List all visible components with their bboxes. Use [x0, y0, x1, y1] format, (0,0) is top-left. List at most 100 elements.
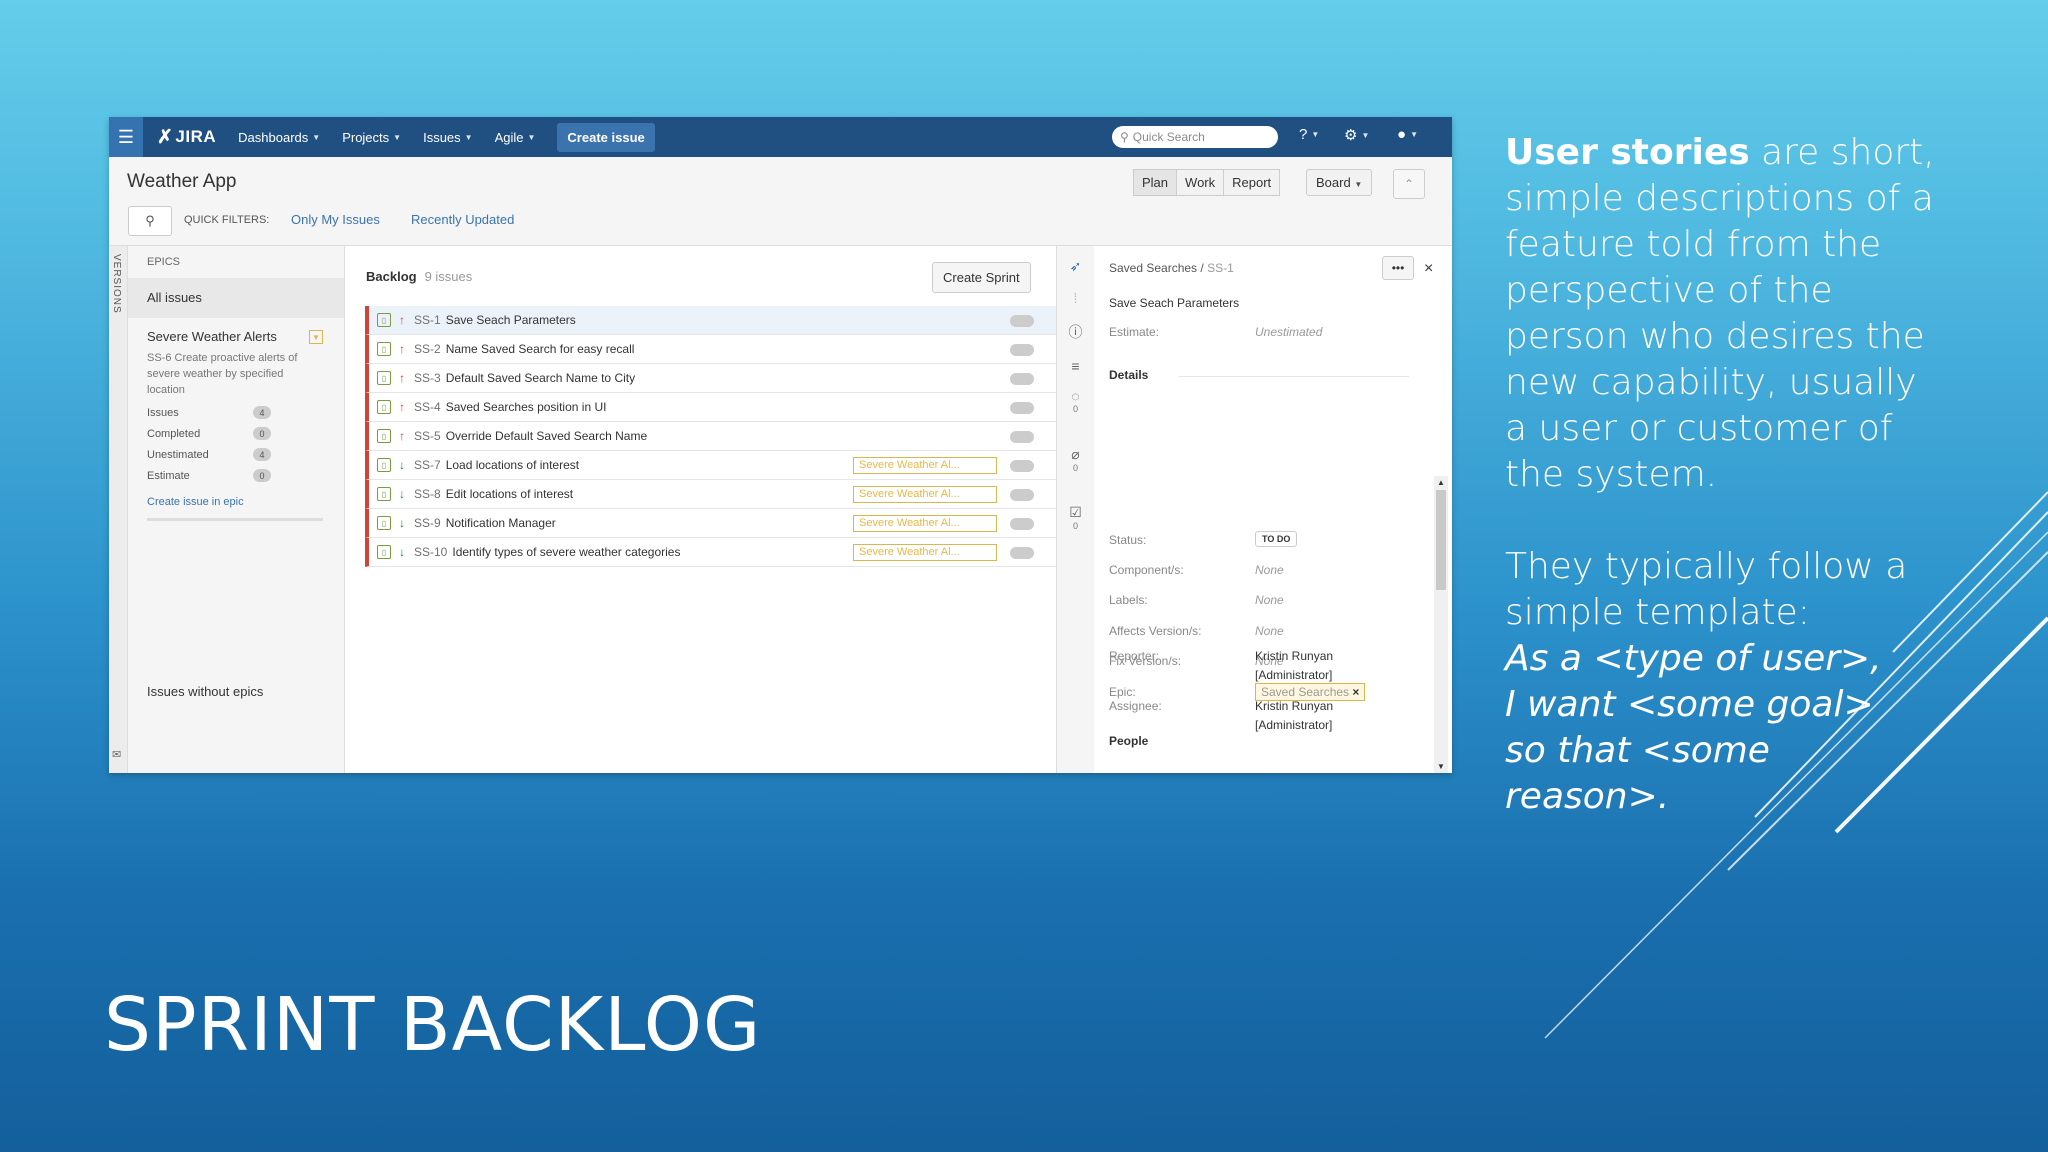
nav-issues[interactable]: Issues ▼	[423, 130, 473, 145]
nav-dashboards[interactable]: Dashboards ▼	[238, 130, 320, 145]
assignee-value[interactable]: Kristin Runyan [Administrator]	[1255, 697, 1333, 735]
close-icon[interactable]: ×	[1424, 260, 1433, 278]
priority-low-icon: ↓	[399, 545, 405, 559]
issue-row[interactable]: ▯ ↑ SS-1 Save Seach Parameters	[365, 306, 1146, 335]
epic-stat-estimate: Estimate 0	[147, 469, 271, 482]
estimate-badge	[1010, 373, 1034, 385]
rocket-icon[interactable]: ➶	[1057, 258, 1094, 275]
chevron-down-icon: ▼	[393, 132, 402, 142]
filter-recently-updated[interactable]: Recently Updated	[411, 212, 514, 227]
filter-only-my-issues[interactable]: Only My Issues	[291, 212, 380, 227]
epic-stat-completed: Completed 0	[147, 427, 271, 440]
scroll-up-icon[interactable]: ▲	[1437, 478, 1445, 487]
issue-key: SS-1	[414, 313, 441, 327]
issues-without-epics-item[interactable]: Issues without epics	[147, 684, 263, 699]
priority-low-icon: ↓	[399, 516, 405, 530]
user-avatar-icon[interactable]: ● ▼	[1397, 126, 1418, 143]
issue-key: SS-9	[414, 516, 441, 530]
estimate-badge	[1010, 431, 1034, 443]
gear-icon[interactable]: ⚙ ▼	[1344, 126, 1369, 144]
issue-key: SS-4	[414, 400, 441, 414]
comment-icon[interactable]: ◌ 0	[1057, 388, 1094, 414]
labels-value[interactable]: None	[1255, 593, 1284, 607]
story-icon: ▯	[377, 400, 391, 414]
priority-low-icon: ↓	[399, 458, 405, 472]
create-sprint-button[interactable]: Create Sprint	[932, 262, 1031, 293]
status-label: Status:	[1109, 533, 1147, 547]
help-icon[interactable]: ? ▼	[1299, 126, 1319, 143]
expand-epic-icon[interactable]: ▼	[309, 330, 323, 344]
story-icon: ▯	[377, 371, 391, 385]
issue-row[interactable]: ▯ ↑ SS-4 Saved Searches position in UI	[365, 393, 1146, 422]
create-issue-button[interactable]: Create issue	[557, 122, 655, 152]
scrollbar-thumb[interactable]	[1436, 490, 1446, 590]
issue-row[interactable]: ▯ ↓ SS-7 Load locations of interest Severe…	[365, 451, 1146, 480]
issue-row[interactable]: ▯ ↑ SS-5 Override Default Saved Search Nam…	[365, 422, 1146, 451]
drag-handle-icon[interactable]: ⁞	[1057, 290, 1094, 306]
issue-key: SS-7	[414, 458, 441, 472]
quick-search-input[interactable]: ⚲ Quick Search	[1112, 126, 1278, 148]
issue-key: SS-10	[414, 545, 448, 559]
affects-versions-value[interactable]: None	[1255, 624, 1284, 638]
details-header: Details	[1109, 368, 1149, 382]
components-value[interactable]: None	[1255, 563, 1284, 577]
estimate-badge	[1010, 489, 1034, 501]
story-icon: ▯	[377, 342, 391, 356]
backlog-count: 9 issues	[424, 269, 473, 284]
subtask-icon[interactable]: ☑ 0	[1057, 504, 1094, 531]
story-icon: ▯	[377, 545, 391, 559]
epic-label: Severe Weather Al...	[853, 515, 997, 532]
versions-strip[interactable]: VERSIONS ✉	[109, 246, 128, 773]
epics-panel: EPICS All issues Severe Weather Alerts ▼…	[128, 246, 345, 773]
board-menu-button[interactable]: Board ▼	[1306, 169, 1373, 196]
issue-row[interactable]: ▯ ↓ SS-8 Edit locations of interest Severe…	[365, 480, 1146, 509]
all-issues-item[interactable]: All issues	[128, 278, 344, 318]
estimate-badge	[1010, 402, 1034, 414]
quick-filters-label: QUICK FILTERS:	[184, 214, 270, 226]
priority-high-icon: ↑	[399, 400, 405, 414]
detail-title: Save Seach Parameters	[1109, 296, 1240, 310]
mode-report-button[interactable]: Report	[1223, 169, 1281, 196]
epic-stat-unestimated: Unestimated 4	[147, 448, 271, 461]
attachment-icon[interactable]: ⌀ 0	[1057, 446, 1094, 473]
mode-work-button[interactable]: Work	[1176, 169, 1225, 196]
filter-search-icon[interactable]: ⚲	[128, 206, 172, 236]
issue-key: SS-5	[414, 429, 441, 443]
chevron-down-icon: ▼	[464, 132, 473, 142]
affects-versions-label: Affects Version/s:	[1109, 624, 1202, 638]
more-actions-button[interactable]: •••	[1382, 256, 1414, 280]
jira-logo[interactable]: ✗ JIRA	[157, 126, 216, 149]
issue-row[interactable]: ▯ ↑ SS-3 Default Saved Search Name to City	[365, 364, 1146, 393]
info-icon[interactable]: ⓘ	[1057, 322, 1094, 342]
mode-plan-button[interactable]: Plan	[1133, 169, 1178, 196]
description-icon[interactable]: ≡	[1057, 358, 1094, 374]
nav-agile[interactable]: Agile ▼	[495, 130, 536, 145]
epic-description: SS-6 Create proactive alerts of severe w…	[147, 352, 298, 396]
nav-projects[interactable]: Projects ▼	[342, 130, 401, 145]
jira-header: ☰ ✗ JIRA Dashboards ▼ Projects ▼ Issues ▼ Ag…	[109, 117, 1452, 157]
estimate-badge	[1010, 518, 1034, 530]
scroll-down-icon[interactable]: ▼	[1437, 762, 1445, 771]
board-mode-switcher: Plan Work Report	[1133, 169, 1281, 196]
detail-scrollbar[interactable]: ▲ ▼	[1434, 476, 1448, 773]
user-stories-definition: User stories are short, simple descripti…	[1505, 132, 1935, 495]
story-icon: ▯	[377, 313, 391, 327]
template-intro: They typically follow a simple template:	[1505, 546, 1908, 633]
issue-key: SS-3	[414, 371, 441, 385]
create-issue-in-epic-link[interactable]: Create issue in epic	[147, 496, 337, 508]
backlog-issue-list: ▯ ↑ SS-1 Save Seach Parameters ▯ ↑ SS-2 Name…	[365, 306, 1146, 567]
issue-row[interactable]: ▯ ↓ SS-9 Notification Manager Severe Weath…	[365, 509, 1146, 538]
estimate-value[interactable]: Unestimated	[1255, 325, 1322, 339]
app-switcher-icon[interactable]: ☰	[109, 117, 143, 157]
epic-card[interactable]: Severe Weather Alerts ▼ SS-6 Create proa…	[147, 329, 337, 521]
collapse-icon[interactable]: ⌃	[1393, 169, 1425, 199]
issue-summary: Edit locations of interest	[445, 487, 574, 501]
status-badge[interactable]: TO DO	[1255, 531, 1298, 547]
issue-row[interactable]: ▯ ↑ SS-2 Name Saved Search for easy recall	[365, 335, 1146, 364]
remove-icon[interactable]: ×	[1352, 685, 1359, 699]
issue-row[interactable]: ▯ ↓ SS-10 Identify types of severe weather…	[365, 538, 1146, 567]
epic-label: Severe Weather Al...	[853, 486, 997, 503]
feedback-icon[interactable]: ✉	[112, 748, 121, 761]
reporter-value[interactable]: Kristin Runyan [Administrator]	[1255, 647, 1333, 685]
estimate-badge	[1010, 460, 1034, 472]
